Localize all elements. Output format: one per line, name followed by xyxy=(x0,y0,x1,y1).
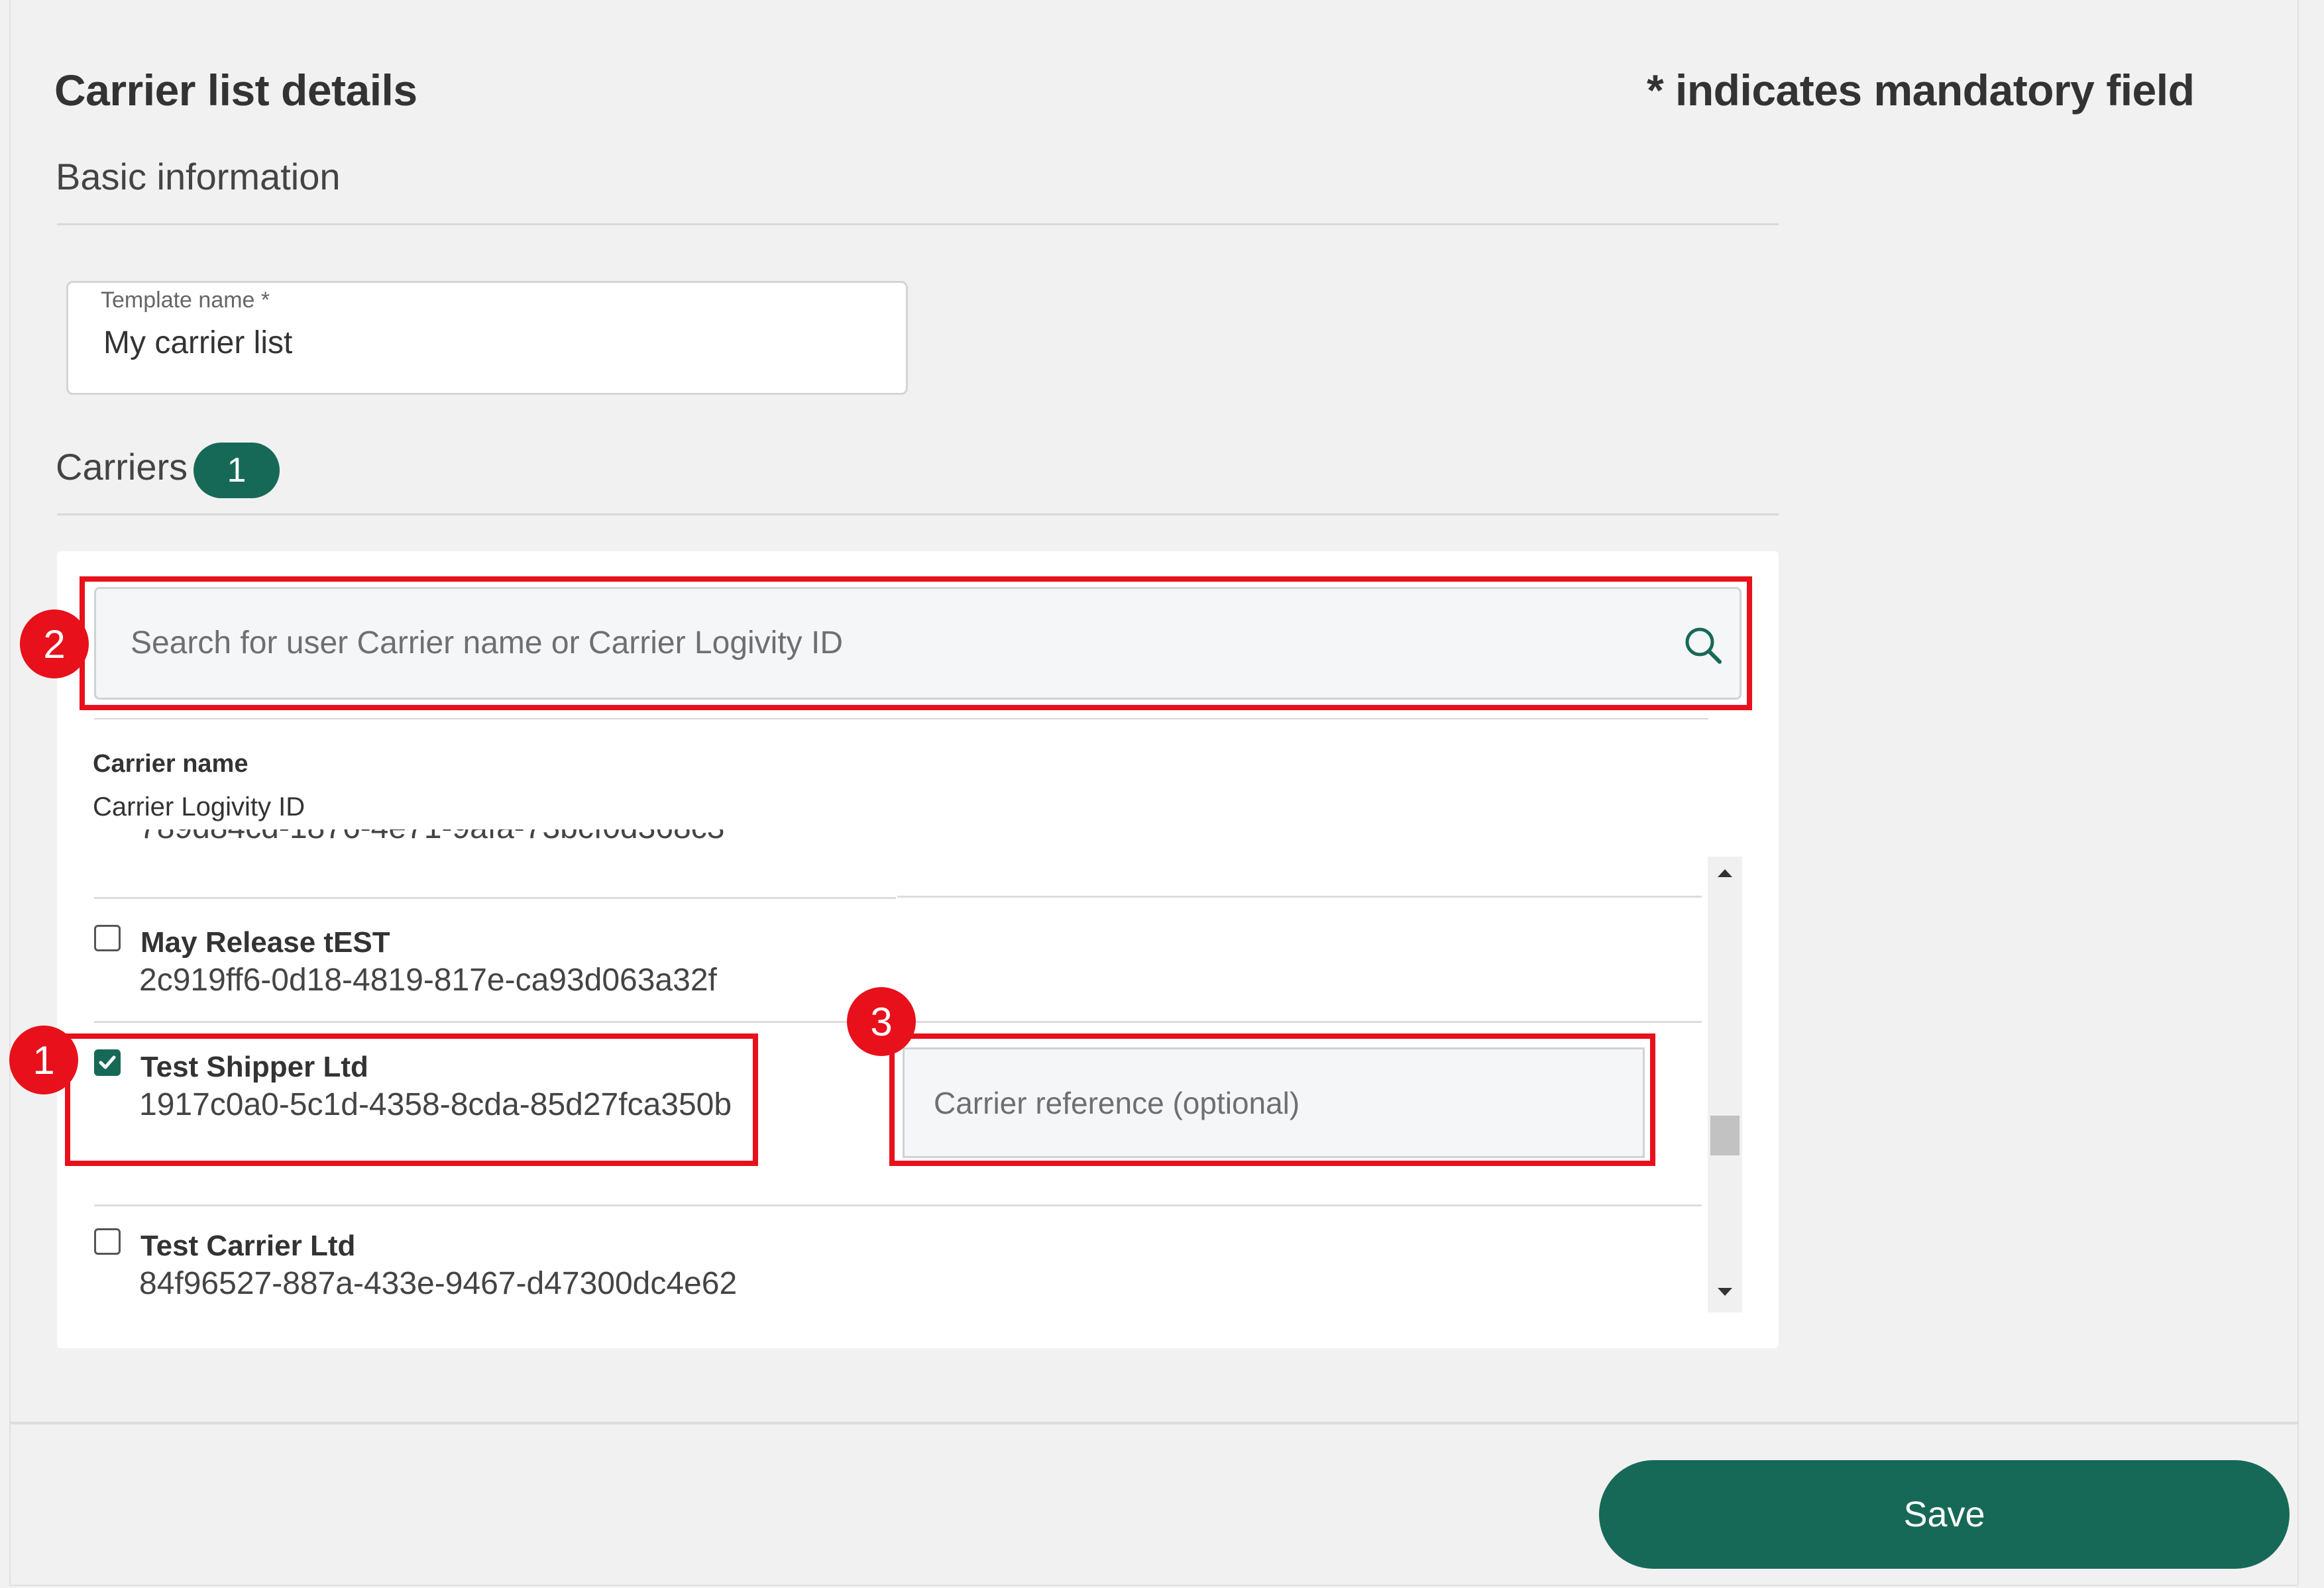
template-name-value[interactable]: My carrier list xyxy=(103,325,292,361)
carriers-heading: Carriers xyxy=(56,446,188,488)
divider xyxy=(57,223,1779,225)
footer-divider xyxy=(11,1422,2299,1424)
save-button[interactable]: Save xyxy=(1599,1460,2290,1569)
scrollbar-thumb[interactable] xyxy=(1710,1116,1740,1155)
scroll-up-arrow-icon[interactable] xyxy=(1708,860,1742,886)
template-name-label: Template name * xyxy=(101,288,270,313)
mandatory-note: * indicates mandatory field xyxy=(1647,66,2195,115)
highlight-box-reference xyxy=(889,1033,1655,1166)
step-marker-3: 3 xyxy=(847,987,916,1056)
step-marker-2: 2 xyxy=(20,609,89,678)
divider xyxy=(94,718,1708,719)
row-checkbox[interactable] xyxy=(94,1228,121,1255)
divider xyxy=(57,513,1779,515)
scroll-down-arrow-icon[interactable] xyxy=(1708,1279,1742,1305)
carrier-id: 84f96527-887a-433e-9467-d47300dc4e62 xyxy=(139,1266,738,1301)
row-divider xyxy=(897,896,1702,898)
list-scrollbar[interactable] xyxy=(1708,857,1742,1312)
carrier-name: May Release tEST xyxy=(140,926,390,959)
highlight-box-search xyxy=(80,576,1752,710)
highlight-box-selected-carrier xyxy=(65,1033,758,1166)
row-divider xyxy=(94,1204,1702,1206)
carriers-count-badge: 1 xyxy=(194,443,280,498)
carrier-id: 789d84cd-1876-4e71-9afa-73bcf0d368c3 xyxy=(139,829,802,846)
column-header-carrier-id: Carrier Logivity ID xyxy=(93,792,305,821)
list-item-partial: 789d84cd-1876-4e71-9afa-73bcf0d368c3 xyxy=(139,829,802,857)
basic-info-heading: Basic information xyxy=(56,156,341,197)
row-divider xyxy=(94,897,896,899)
carrier-name: Test Carrier Ltd xyxy=(140,1230,356,1262)
page-title: Carrier list details xyxy=(54,66,417,115)
carrier-id: 2c919ff6-0d18-4819-817e-ca93d063a32f xyxy=(139,963,717,998)
step-marker-1: 1 xyxy=(9,1026,78,1094)
row-checkbox[interactable] xyxy=(94,925,121,951)
column-header-carrier-name: Carrier name xyxy=(93,750,249,778)
